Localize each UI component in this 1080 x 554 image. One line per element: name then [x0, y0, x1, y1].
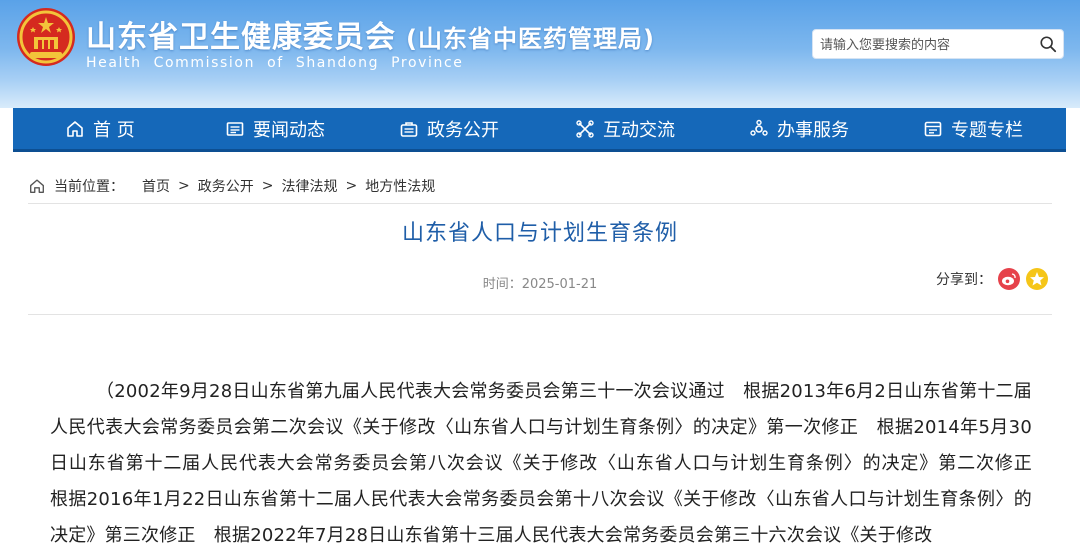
nav-label: 专题专栏	[951, 119, 1023, 141]
nav-item-news[interactable]: 要闻动态	[225, 108, 325, 149]
breadcrumb-label: 当前位置：	[54, 179, 124, 195]
site-title-english: Health Commission of Shandong Province	[86, 55, 464, 71]
site-header: 山东省卫生健康委员会 (山东省中医药管理局) Health Commission …	[0, 0, 1080, 108]
share-bar: 分享到：	[936, 268, 1048, 290]
home-icon	[30, 179, 44, 193]
home-icon	[67, 120, 83, 137]
breadcrumb-item-local-regulations[interactable]: 地方性法规	[365, 176, 435, 196]
site-subtitle: (山东省中医药管理局)	[406, 25, 655, 53]
breadcrumb-item-home[interactable]: 首页	[142, 176, 170, 196]
breadcrumb-separator: >	[178, 178, 190, 194]
qzone-share-icon[interactable]	[1026, 268, 1048, 290]
breadcrumb: 当前位置： 首页 > 政务公开 > 法律法规 > 地方性法规	[28, 176, 435, 196]
service-icon	[750, 119, 768, 136]
divider	[28, 314, 1052, 315]
topic-icon	[924, 121, 942, 136]
nav-label: 首 页	[93, 119, 135, 141]
search-box	[812, 29, 1064, 59]
site-title: 山东省卫生健康委员会 (山东省中医药管理局)	[86, 12, 655, 56]
news-icon	[226, 121, 244, 136]
search-input[interactable]	[818, 34, 1032, 56]
nav-label: 要闻动态	[253, 119, 325, 141]
article-date: 2025-01-21	[521, 277, 598, 292]
nav-item-interaction[interactable]: 互动交流	[575, 108, 675, 149]
nav-item-gov-info[interactable]: 政务公开	[399, 108, 499, 149]
main-nav: 首 页 要闻动态 政务公开 互动交流 办事服务 专题专栏	[13, 108, 1066, 152]
share-label: 分享到：	[936, 272, 992, 288]
weibo-share-icon[interactable]	[998, 268, 1020, 290]
interaction-icon	[576, 119, 594, 138]
article-meta: 时间：2025-01-21	[28, 273, 1052, 292]
site-title-text: 山东省卫生健康委员会	[86, 20, 396, 55]
divider	[28, 203, 1052, 204]
nav-item-home[interactable]: 首 页	[65, 108, 135, 149]
nav-item-service[interactable]: 办事服务	[749, 108, 849, 149]
breadcrumb-separator: >	[261, 178, 274, 194]
article-body: （2002年9月28日山东省第九届人民代表大会常务委员会第三十一次会议通过 根据…	[50, 381, 1051, 546]
nav-label: 办事服务	[777, 119, 849, 141]
search-icon[interactable]	[1039, 35, 1057, 53]
nav-label: 互动交流	[603, 119, 675, 141]
nav-label: 政务公开	[427, 119, 499, 141]
date-label: 时间：	[482, 277, 522, 292]
nav-item-topic[interactable]: 专题专栏	[923, 108, 1023, 149]
national-emblem-icon[interactable]	[16, 7, 76, 67]
breadcrumb-separator: >	[345, 178, 358, 194]
breadcrumb-item-gov-info[interactable]: 政务公开	[198, 176, 254, 196]
article-title: 山东省人口与计划生育条例	[401, 221, 678, 246]
breadcrumb-item-laws[interactable]: 法律法规	[281, 176, 337, 196]
gov-info-icon	[400, 121, 418, 137]
